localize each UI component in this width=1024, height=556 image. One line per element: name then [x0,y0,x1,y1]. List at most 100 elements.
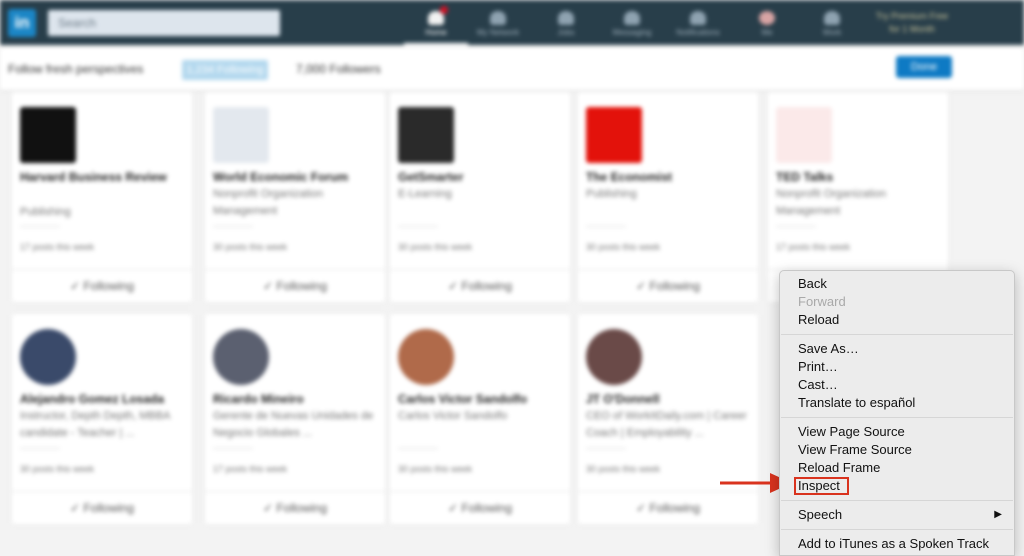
tab-following[interactable]: 1,234 Following [182,60,268,80]
card-description: Instructor, Depth Depth, MBBA candidate … [20,410,170,439]
menu-item-view-frame-source[interactable]: View Frame Source [798,441,912,459]
following-button[interactable]: ✓ Following [578,491,758,525]
following-button[interactable]: ✓ Following [12,491,192,525]
following-button[interactable]: ✓ Following [205,491,385,525]
nav-me[interactable]: Me [735,0,799,45]
menu-item-view-page-source[interactable]: View Page Source [798,423,905,441]
avatar-icon [759,11,775,25]
card-name[interactable]: JT O'Donnell [586,390,746,408]
divider [776,226,816,227]
card-name[interactable]: Ricardo Mineiro [213,390,373,408]
divider [20,226,60,227]
profile-picture[interactable] [213,329,269,385]
divider [586,226,626,227]
follow-header: Follow fresh perspectives 1,234 Followin… [0,48,1024,90]
menu-item-reload[interactable]: Reload [798,311,839,329]
bell-icon [690,11,706,25]
card-description: Nonprofit Organization Management [776,188,887,217]
network-icon [490,11,506,25]
search-input[interactable]: Search [48,10,280,36]
menu-item-forward: Forward [798,294,846,309]
menu-item-save-as[interactable]: Save As… [798,340,859,358]
card-description: Carlos Victor Sandolfo [398,410,508,422]
menu-separator [781,334,1013,335]
card-description: Publishing [586,188,637,200]
messaging-icon [624,11,640,25]
menu-item-back[interactable]: Back [798,275,827,293]
card-description: E-Learning [398,188,452,200]
inspect-highlight-box [794,477,849,495]
profile-picture[interactable] [20,107,76,163]
jobs-icon [558,11,574,25]
card-stat: 17 posts this week [776,242,851,252]
card-description: CEO of WorkItDaily.com | Career Coach | … [586,410,747,439]
menu-item-print[interactable]: Print… [798,358,838,376]
top-nav-bar: in Search Home My Network Jobs Messaging… [0,0,1024,45]
premium-link[interactable]: Try Premium Free for 1 Month [862,10,962,36]
following-button[interactable]: ✓ Following [578,269,758,303]
following-button[interactable]: ✓ Following [12,269,192,303]
follow-card[interactable]: The Economist Publishing 30 posts this wee… [578,92,758,302]
nav-notifications[interactable]: Notifications [666,0,730,45]
menu-item-speech[interactable]: Speech [798,506,842,524]
context-menu: Back Forward Reload Save As… Print… Cast… Tran… [779,270,1015,556]
page-title: Follow fresh perspectives [8,62,144,76]
grid-icon [824,11,840,25]
card-stat: 17 posts this week [213,464,288,474]
profile-picture[interactable] [586,107,642,163]
card-description: Nonprofit Organization Management [213,188,324,217]
menu-separator [781,417,1013,418]
card-description: Publishing [20,206,71,218]
profile-picture[interactable] [776,107,832,163]
divider [213,226,253,227]
nav-home[interactable]: Home [404,0,468,45]
done-button[interactable]: Done [896,56,952,78]
nav-my-network[interactable]: My Network [466,0,530,45]
card-name[interactable]: Harvard Business Review [20,168,180,186]
card-name[interactable]: World Economic Forum [213,168,373,186]
nav-jobs[interactable]: Jobs [534,0,598,45]
follow-card[interactable]: Carlos Victor Sandolfo Carlos Victor Sand… [390,314,570,524]
card-stat: 30 posts this week [586,242,661,252]
card-name[interactable]: Alejandro Gomez Losada [20,390,180,408]
submenu-arrow-icon: ▶ [994,509,1002,520]
card-name[interactable]: The Economist [586,168,746,186]
menu-item-reload-frame[interactable]: Reload Frame [798,459,880,477]
follow-card[interactable]: Harvard Business Review Publishing 17 post… [12,92,192,302]
follow-card[interactable]: World Economic Forum Nonprofit Organizati… [205,92,385,302]
profile-picture[interactable] [20,329,76,385]
profile-picture[interactable] [586,329,642,385]
card-name[interactable]: TED Talks [776,168,936,186]
divider [586,448,626,449]
linkedin-logo[interactable]: in [8,9,36,37]
menu-separator [781,529,1013,530]
card-stat: 30 posts this week [398,464,473,474]
menu-item-add-to-itunes-as-a-spoken-track[interactable]: Add to iTunes as a Spoken Track [798,535,989,553]
profile-picture[interactable] [398,107,454,163]
menu-item-translate-to-espa-ol[interactable]: Translate to español [798,394,915,412]
divider [398,226,438,227]
divider [398,448,438,449]
menu-separator [781,500,1013,501]
following-button[interactable]: ✓ Following [390,491,570,525]
follow-card[interactable]: Ricardo Mineiro Gerente de Nuevas Unidade… [205,314,385,524]
profile-picture[interactable] [398,329,454,385]
profile-picture[interactable] [213,107,269,163]
notification-badge [440,6,448,14]
menu-item-cast[interactable]: Cast… [798,376,838,394]
follow-card[interactable]: Alejandro Gomez Losada Instructor, Depth … [12,314,192,524]
nav-work[interactable]: Work [800,0,864,45]
card-stat: 30 posts this week [213,242,288,252]
card-stat: 17 posts this week [20,242,95,252]
divider [213,448,253,449]
card-name[interactable]: Carlos Victor Sandolfo [398,390,558,408]
follow-card[interactable]: GetSmarter E-Learning 30 posts this week ✓ … [390,92,570,302]
card-description: Gerente de Nuevas Unidades de Negocio Gl… [213,410,374,439]
divider [20,448,60,449]
following-button[interactable]: ✓ Following [205,269,385,303]
card-name[interactable]: GetSmarter [398,168,558,186]
tab-followers[interactable]: 7,000 Followers [296,62,381,76]
nav-messaging[interactable]: Messaging [600,0,664,45]
following-button[interactable]: ✓ Following [390,269,570,303]
card-stat: 30 posts this week [20,464,95,474]
